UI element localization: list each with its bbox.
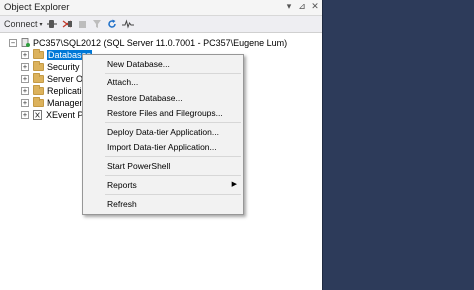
refresh-button[interactable] [107, 18, 117, 31]
connect-button[interactable]: Connect ▾ [4, 18, 43, 31]
panel-title: Object Explorer [4, 2, 70, 13]
tree-item-security[interactable]: + Security [21, 60, 80, 72]
tree-item-label: Replicatio [47, 85, 87, 96]
menu-separator [105, 175, 241, 176]
tree-item-management[interactable]: + Managem [21, 96, 87, 108]
filter-button[interactable] [92, 18, 102, 31]
menu-item-refresh[interactable]: Refresh [107, 198, 237, 210]
stop-icon [78, 20, 86, 28]
xevent-icon [33, 109, 42, 120]
menu-item-deploy-data-tier[interactable]: Deploy Data-tier Application... [107, 126, 237, 138]
tree-item-xevent-profiler[interactable]: + XEvent Pr [21, 109, 87, 120]
folder-icon [33, 72, 44, 83]
menu-item-reports[interactable]: Reports ▶ [107, 179, 237, 191]
connect-database-button[interactable] [46, 18, 57, 31]
object-explorer-panel: Object Explorer ▾ ⊿ ✕ Connect ▾ − PC357\… [0, 0, 323, 290]
submenu-arrow-icon: ▶ [231, 181, 237, 188]
object-explorer-toolbar: Connect ▾ [0, 16, 322, 33]
expand-icon[interactable]: + [21, 74, 29, 83]
menu-item-restore-files-filegroups[interactable]: Restore Files and Filegroups... [107, 107, 237, 119]
stop-button[interactable] [78, 18, 87, 31]
menu-separator [105, 73, 241, 74]
server-node[interactable]: − PC357\SQL2012 (SQL Server 11.0.7001 - … [9, 37, 287, 48]
tree-item-label: XEvent Pr [46, 109, 87, 120]
menu-item-label: Reports [107, 180, 137, 190]
window-position-dropdown-icon[interactable]: ▾ [283, 1, 295, 12]
folder-icon [33, 48, 44, 59]
folder-icon [33, 96, 44, 107]
auto-hide-pin-icon[interactable]: ⊿ [296, 1, 308, 12]
folder-icon [33, 84, 44, 95]
chevron-down-icon: ▾ [39, 21, 43, 28]
refresh-icon [107, 19, 116, 28]
menu-item-start-powershell[interactable]: Start PowerShell [107, 160, 237, 172]
connect-database-icon [46, 20, 57, 28]
tree-item-server-objects[interactable]: + Server Ob [21, 72, 88, 84]
activity-monitor-icon [121, 19, 134, 29]
expand-icon[interactable]: + [21, 98, 29, 107]
context-menu: New Database... Attach... Restore Databa… [82, 54, 244, 215]
expand-icon[interactable]: + [21, 62, 29, 71]
close-icon[interactable]: ✕ [309, 1, 321, 12]
activity-monitor-button[interactable] [121, 18, 134, 31]
filter-icon [92, 20, 101, 28]
server-icon [21, 38, 30, 47]
menu-separator [105, 156, 241, 157]
menu-item-new-database[interactable]: New Database... [107, 58, 237, 70]
right-background-area [324, 0, 474, 290]
expand-icon[interactable]: + [21, 86, 29, 95]
expand-icon[interactable]: + [21, 50, 29, 59]
menu-item-import-data-tier[interactable]: Import Data-tier Application... [107, 141, 237, 153]
context-menu-gutter [83, 55, 101, 214]
folder-icon [33, 60, 44, 71]
server-label: PC357\SQL2012 (SQL Server 11.0.7001 - PC… [33, 37, 288, 48]
disconnect-button[interactable] [62, 18, 73, 31]
disconnect-icon [62, 20, 72, 28]
tree-item-replication[interactable]: + Replicatio [21, 84, 87, 96]
menu-item-restore-database[interactable]: Restore Database... [107, 92, 237, 104]
menu-item-attach[interactable]: Attach... [107, 76, 237, 88]
connect-label: Connect [4, 19, 38, 29]
collapse-icon[interactable]: − [9, 38, 17, 47]
menu-separator [105, 122, 241, 123]
object-explorer-titlebar: Object Explorer ▾ ⊿ ✕ [0, 0, 322, 16]
menu-separator [105, 194, 241, 195]
tree-item-label: Security [47, 61, 80, 72]
expand-icon[interactable]: + [21, 110, 29, 119]
